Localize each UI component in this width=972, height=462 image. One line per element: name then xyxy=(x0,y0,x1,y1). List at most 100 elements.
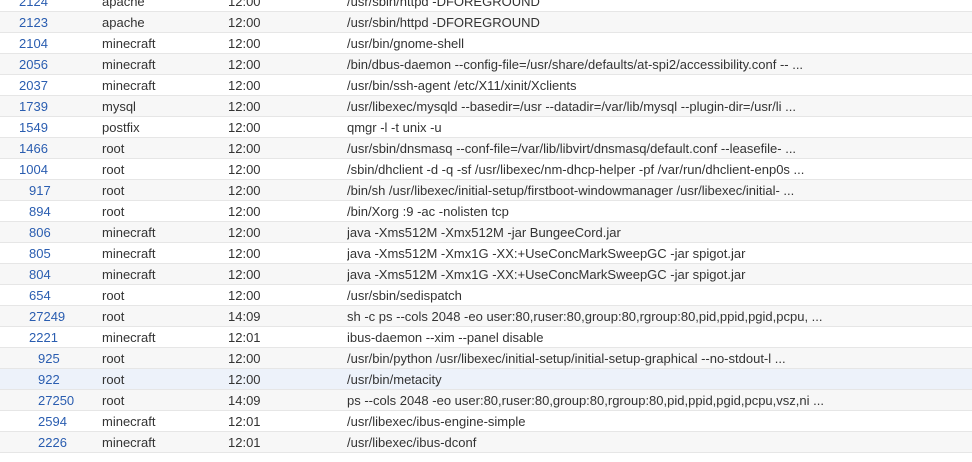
process-row[interactable]: 804 minecraft 12:00 java -Xms512M -Xmx1G -X… xyxy=(0,264,972,285)
user-cell: postfix xyxy=(102,120,140,135)
process-row[interactable]: 2226 minecraft 12:01/usr/libexec/ibus-dcon… xyxy=(0,432,972,453)
pid-link[interactable]: 654 xyxy=(29,285,51,306)
user-cell: apache xyxy=(102,0,145,9)
process-row[interactable]: 917 root 12:00/bin/sh /usr/libexec/initial… xyxy=(0,180,972,201)
start-time-cell: 12:00 xyxy=(228,99,261,114)
command-cell: /usr/libexec/ibus-engine-simple xyxy=(347,414,526,429)
command-cell: java -Xms512M -Xmx512M -jar BungeeCord.j… xyxy=(347,225,621,240)
process-row[interactable]: 27250 root 14:09 ps --cols 2048 -eo user:80… xyxy=(0,390,972,411)
process-row[interactable]: 922 root 12:00/usr/bin/metacity xyxy=(0,369,972,390)
pid-link[interactable]: 2056 xyxy=(19,54,48,75)
process-row[interactable]: 806 minecraft 12:00 java -Xms512M -Xmx512M … xyxy=(0,222,972,243)
pid-link[interactable]: 1004 xyxy=(19,159,48,180)
start-time-cell: 12:00 xyxy=(228,78,261,93)
command-cell: /usr/libexec/mysqld --basedir=/usr --dat… xyxy=(347,99,797,114)
process-row[interactable]: 2123 apache 12:00/usr/sbin/httpd -DFOREGRO… xyxy=(0,12,972,33)
process-row[interactable]: 1739 mysql 12:00/usr/libexec/mysqld --base… xyxy=(0,96,972,117)
start-time-cell: 14:09 xyxy=(228,393,261,408)
user-cell: minecraft xyxy=(102,57,156,72)
process-row[interactable]: 894 root 12:00/bin/Xorg :9 -ac -nolisten t… xyxy=(0,201,972,222)
user-cell: minecraft xyxy=(102,414,156,429)
command-cell: /usr/sbin/dnsmasq --conf-file=/var/lib/l… xyxy=(347,141,797,156)
command-cell: /bin/dbus-daemon --config-file=/usr/shar… xyxy=(347,57,804,72)
start-time-cell: 12:00 xyxy=(228,15,261,30)
command-cell: /bin/sh /usr/libexec/initial-setup/first… xyxy=(347,183,795,198)
pid-link[interactable]: 806 xyxy=(29,222,51,243)
command-cell: /usr/bin/ssh-agent /etc/X11/xinit/Xclien… xyxy=(347,78,577,93)
user-cell: root xyxy=(102,204,125,219)
command-cell: /usr/sbin/httpd -DFOREGROUND xyxy=(347,0,540,9)
command-cell: /usr/sbin/httpd -DFOREGROUND xyxy=(347,15,540,30)
user-cell: minecraft xyxy=(102,435,156,450)
process-row[interactable]: 2124 apache 12:00/usr/sbin/httpd -DFOREGRO… xyxy=(0,0,972,12)
start-time-cell: 14:09 xyxy=(228,309,261,324)
process-table: 2124 apache 12:00/usr/sbin/httpd -DFOREGRO… xyxy=(0,0,972,453)
pid-link[interactable]: 2037 xyxy=(19,75,48,96)
command-cell: java -Xms512M -Xmx1G -XX:+UseConcMarkSwe… xyxy=(347,246,746,261)
process-row[interactable]: 2056 minecraft 12:00/bin/dbus-daemon --con… xyxy=(0,54,972,75)
user-cell: minecraft xyxy=(102,330,156,345)
user-cell: minecraft xyxy=(102,246,156,261)
pid-link[interactable]: 2594 xyxy=(38,411,67,432)
user-cell: apache xyxy=(102,15,145,30)
process-row[interactable]: 2104 minecraft 12:00/usr/bin/gnome-shell xyxy=(0,33,972,54)
user-cell: root xyxy=(102,309,125,324)
user-cell: minecraft xyxy=(102,267,156,282)
user-cell: root xyxy=(102,393,125,408)
pid-link[interactable]: 1739 xyxy=(19,96,48,117)
process-row[interactable]: 27249 root 14:09 sh -c ps --cols 2048 -eo u… xyxy=(0,306,972,327)
command-cell: /usr/bin/metacity xyxy=(347,372,442,387)
start-time-cell: 12:00 xyxy=(228,225,261,240)
process-row[interactable]: 2594 minecraft 12:01/usr/libexec/ibus-engi… xyxy=(0,411,972,432)
pid-link[interactable]: 27249 xyxy=(29,306,65,327)
command-cell: /usr/bin/python /usr/libexec/initial-set… xyxy=(347,351,786,366)
command-cell: /usr/sbin/sedispatch xyxy=(347,288,462,303)
process-row[interactable]: 925 root 12:00/usr/bin/python /usr/libexec… xyxy=(0,348,972,369)
pid-link[interactable]: 805 xyxy=(29,243,51,264)
start-time-cell: 12:00 xyxy=(228,372,261,387)
pid-link[interactable]: 2124 xyxy=(19,0,48,12)
pid-link[interactable]: 2221 xyxy=(29,327,58,348)
pid-link[interactable]: 2123 xyxy=(19,12,48,33)
start-time-cell: 12:01 xyxy=(228,330,261,345)
pid-link[interactable]: 925 xyxy=(38,348,60,369)
pid-link[interactable]: 1466 xyxy=(19,138,48,159)
user-cell: minecraft xyxy=(102,36,156,51)
start-time-cell: 12:00 xyxy=(228,246,261,261)
process-row[interactable]: 1466 root 12:00/usr/sbin/dnsmasq --conf-fi… xyxy=(0,138,972,159)
user-cell: minecraft xyxy=(102,225,156,240)
command-cell: /usr/libexec/ibus-dconf xyxy=(347,435,477,450)
pid-link[interactable]: 804 xyxy=(29,264,51,285)
start-time-cell: 12:00 xyxy=(228,0,261,9)
pid-link[interactable]: 2226 xyxy=(38,432,67,453)
start-time-cell: 12:00 xyxy=(228,204,261,219)
user-cell: minecraft xyxy=(102,78,156,93)
command-cell: /usr/bin/gnome-shell xyxy=(347,36,465,51)
pid-link[interactable]: 917 xyxy=(29,180,51,201)
start-time-cell: 12:01 xyxy=(228,435,261,450)
start-time-cell: 12:00 xyxy=(228,351,261,366)
pid-link[interactable]: 2104 xyxy=(19,33,48,54)
pid-link[interactable]: 27250 xyxy=(38,390,74,411)
process-row[interactable]: 1549 postfix 12:00 qmgr -l -t unix -u xyxy=(0,117,972,138)
process-row[interactable]: 2037 minecraft 12:00/usr/bin/ssh-agent /et… xyxy=(0,75,972,96)
command-cell: qmgr -l -t unix -u xyxy=(347,120,442,135)
command-cell: ps --cols 2048 -eo user:80,ruser:80,grou… xyxy=(347,393,824,408)
pid-link[interactable]: 922 xyxy=(38,369,60,390)
user-cell: root xyxy=(102,141,125,156)
start-time-cell: 12:00 xyxy=(228,162,261,177)
user-cell: root xyxy=(102,351,125,366)
command-cell: java -Xms512M -Xmx1G -XX:+UseConcMarkSwe… xyxy=(347,267,746,282)
start-time-cell: 12:00 xyxy=(228,120,261,135)
process-row[interactable]: 2221 minecraft 12:01 ibus-daemon --xim --pa… xyxy=(0,327,972,348)
process-row[interactable]: 1004 root 12:00/sbin/dhclient -d -q -sf /u… xyxy=(0,159,972,180)
user-cell: root xyxy=(102,162,125,177)
user-cell: root xyxy=(102,288,125,303)
process-row[interactable]: 805 minecraft 12:00 java -Xms512M -Xmx1G -X… xyxy=(0,243,972,264)
command-cell: /sbin/dhclient -d -q -sf /usr/libexec/nm… xyxy=(347,162,805,177)
process-row[interactable]: 654 root 12:00/usr/sbin/sedispatch xyxy=(0,285,972,306)
pid-link[interactable]: 1549 xyxy=(19,117,48,138)
start-time-cell: 12:00 xyxy=(228,288,261,303)
user-cell: root xyxy=(102,183,125,198)
pid-link[interactable]: 894 xyxy=(29,201,51,222)
